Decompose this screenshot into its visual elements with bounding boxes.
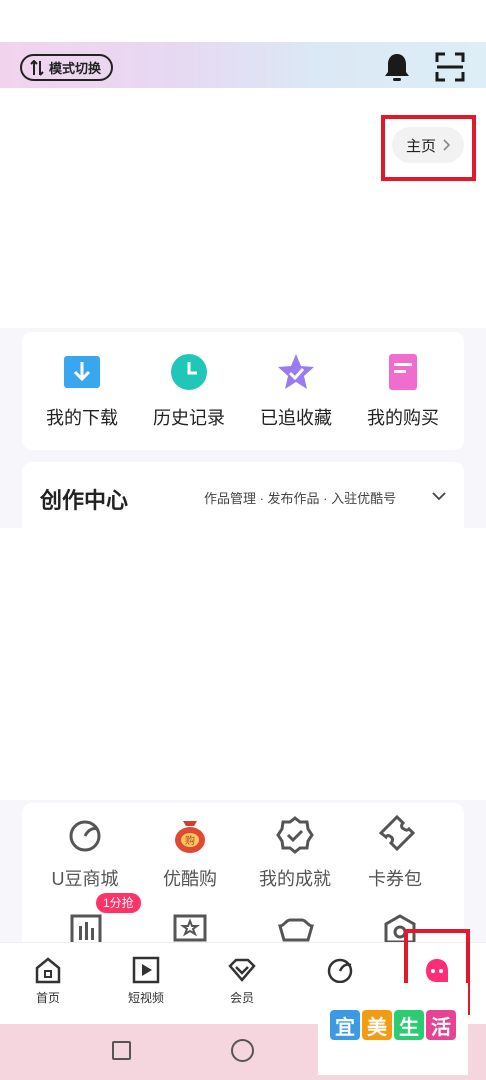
service-row2-item-3[interactable] bbox=[276, 912, 316, 942]
chart-icon bbox=[70, 914, 102, 942]
switch-icon bbox=[30, 59, 44, 76]
my-downloads-button[interactable]: 我的下载 bbox=[28, 352, 136, 430]
highlight-box-home bbox=[381, 115, 476, 181]
flash-sale-badge: 1分抢 bbox=[96, 893, 141, 913]
achievement-icon bbox=[276, 816, 314, 854]
discover-icon bbox=[327, 958, 353, 984]
history-label: 历史记录 bbox=[153, 408, 225, 428]
coupon-icon bbox=[378, 815, 415, 852]
tab-short-video[interactable]: 短视频 bbox=[106, 955, 186, 1006]
watermark-char: 宜 bbox=[330, 1010, 360, 1040]
star-board-icon bbox=[173, 914, 207, 942]
youku-shop-button[interactable]: 购 优酷购 bbox=[135, 815, 245, 891]
achievements-button[interactable]: 我的成就 bbox=[240, 815, 350, 891]
coupons-label: 卡券包 bbox=[368, 869, 422, 889]
scan-icon[interactable] bbox=[435, 52, 465, 82]
udou-mall-label: U豆商城 bbox=[51, 869, 119, 889]
favorites-button[interactable]: 已追收藏 bbox=[242, 352, 350, 430]
creation-center-title: 创作中心 bbox=[40, 488, 129, 513]
service-row2-item-1[interactable] bbox=[66, 912, 106, 942]
tab-home[interactable]: 首页 bbox=[8, 955, 88, 1006]
purchase-icon bbox=[389, 354, 417, 390]
tab-vip[interactable]: 会员 bbox=[202, 955, 282, 1006]
tab-short-video-label: 短视频 bbox=[127, 991, 164, 1005]
watermark-char: 活 bbox=[426, 1010, 456, 1040]
tab-home-label: 首页 bbox=[35, 991, 60, 1005]
mode-switch-button[interactable]: 模式切换 bbox=[20, 54, 114, 81]
purchases-button[interactable]: 我的购买 bbox=[349, 352, 457, 430]
tab-vip-label: 会员 bbox=[229, 991, 254, 1005]
watermark-logo: 宜 美 生 活 bbox=[330, 1010, 456, 1040]
ingot-icon bbox=[278, 918, 314, 942]
home-icon bbox=[35, 957, 61, 984]
service-row2-item-2[interactable] bbox=[170, 912, 210, 942]
bell-icon[interactable] bbox=[381, 51, 413, 83]
vip-icon bbox=[228, 958, 256, 982]
creation-center-links[interactable]: 作品管理 · 发布作品 · 入驻优酷号 bbox=[204, 488, 396, 507]
udou-icon bbox=[69, 820, 101, 852]
star-icon bbox=[278, 354, 314, 389]
recent-apps-button[interactable] bbox=[112, 1041, 131, 1060]
svg-text:购: 购 bbox=[185, 834, 195, 847]
chevron-down-icon[interactable] bbox=[432, 489, 446, 503]
clock-icon bbox=[171, 354, 207, 390]
home-nav-button[interactable] bbox=[231, 1039, 254, 1062]
watermark-char: 生 bbox=[394, 1010, 424, 1040]
coupons-button[interactable]: 卡券包 bbox=[340, 815, 450, 891]
shopping-bag-icon: 购 bbox=[175, 821, 205, 853]
my-downloads-label: 我的下载 bbox=[46, 408, 118, 428]
short-video-icon bbox=[132, 956, 160, 984]
status-bar-area bbox=[0, 0, 486, 42]
watermark-char: 美 bbox=[362, 1010, 392, 1040]
purchases-label: 我的购买 bbox=[367, 408, 439, 428]
favorites-label: 已追收藏 bbox=[260, 408, 332, 428]
mode-switch-label: 模式切换 bbox=[49, 61, 102, 76]
achievements-label: 我的成就 bbox=[259, 869, 331, 889]
history-button[interactable]: 历史记录 bbox=[135, 352, 243, 430]
youku-shop-label: 优酷购 bbox=[163, 869, 217, 889]
download-icon bbox=[64, 356, 100, 388]
udou-mall-button[interactable]: U豆商城 bbox=[30, 815, 140, 891]
